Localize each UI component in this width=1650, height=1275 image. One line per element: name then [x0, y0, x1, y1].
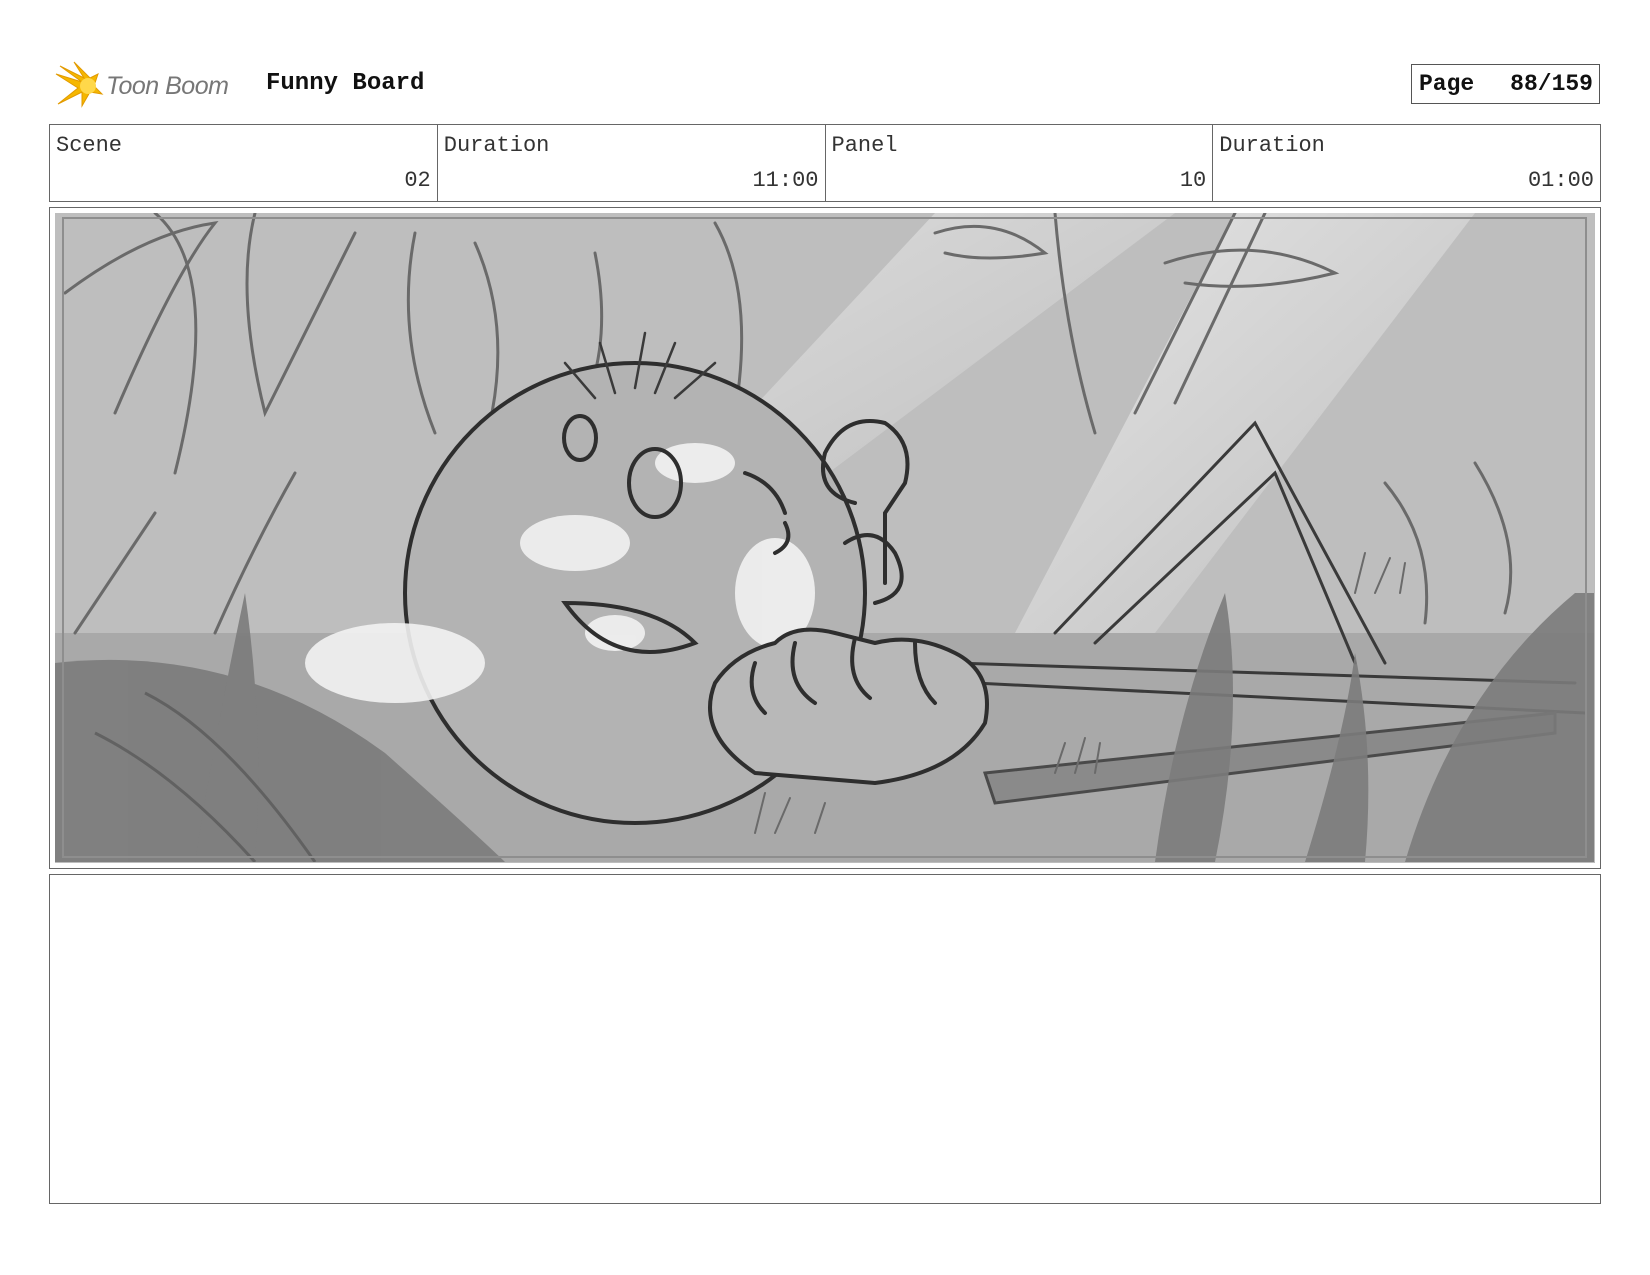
- panel-info-row: Scene 02 Duration 11:00 Panel 10 Duratio…: [49, 124, 1601, 202]
- panel-cell: Panel 10: [826, 125, 1214, 201]
- panel-notes-area: [49, 874, 1601, 1204]
- panel-duration-label: Duration: [1219, 133, 1325, 158]
- panel-sketch-image: [55, 213, 1595, 863]
- page-value: 88/159: [1510, 71, 1593, 97]
- toon-boom-logo: Toon Boom: [52, 58, 252, 114]
- scene-label: Scene: [56, 133, 123, 158]
- toon-boom-star-icon: [52, 60, 104, 112]
- panel-label: Panel: [831, 133, 898, 158]
- panel-duration-value: 01:00: [1527, 168, 1594, 193]
- storyboard-panel: [49, 207, 1601, 869]
- page-label: Page: [1419, 71, 1475, 97]
- panel-duration-cell: Duration 01:00: [1213, 125, 1600, 201]
- panel-value: 10: [1179, 168, 1207, 193]
- scene-duration-label: Duration: [443, 133, 550, 158]
- page-indicator: Page 88/159: [1411, 64, 1600, 104]
- board-title: Funny Board: [266, 70, 425, 97]
- scene-cell: Scene 02: [50, 125, 438, 201]
- scene-duration-cell: Duration 11:00: [438, 125, 826, 201]
- scene-duration-value: 11:00: [752, 168, 819, 193]
- scene-value: 02: [404, 168, 431, 193]
- logo-text: Toon Boom: [106, 71, 229, 100]
